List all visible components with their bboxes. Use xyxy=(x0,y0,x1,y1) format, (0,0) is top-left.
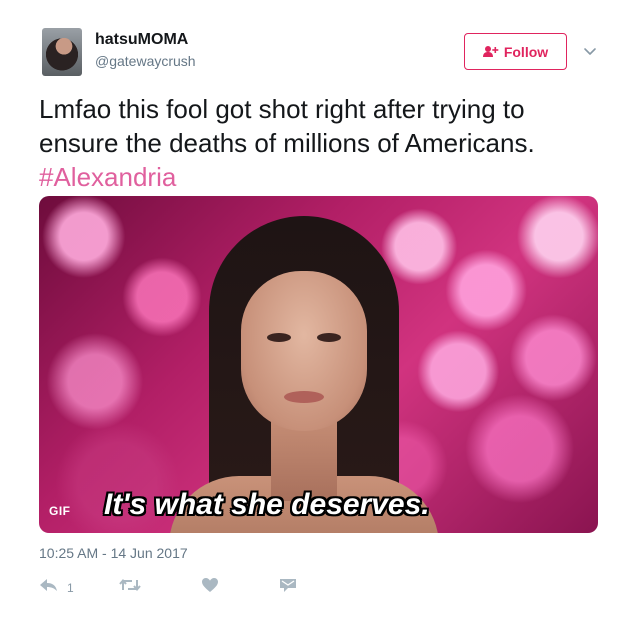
reply-icon xyxy=(39,577,59,598)
reply-count: 1 xyxy=(67,580,74,595)
direct-message-icon xyxy=(279,577,297,598)
gif-media[interactable]: GIF It's what she deserves. xyxy=(39,196,598,533)
tweet-body: Lmfao this fool got shot right after try… xyxy=(39,94,535,158)
direct-message-button[interactable] xyxy=(279,577,297,598)
gif-badge: GIF xyxy=(49,504,71,518)
tweet-actions: 1 xyxy=(39,575,339,599)
retweet-icon xyxy=(119,577,141,598)
like-button[interactable] xyxy=(201,577,219,598)
follow-button-label: Follow xyxy=(503,43,549,60)
reply-button[interactable]: 1 xyxy=(39,577,74,598)
gif-subject xyxy=(169,216,439,533)
follow-button[interactable]: Follow xyxy=(464,33,567,70)
gif-caption: It's what she deserves. xyxy=(104,488,430,521)
heart-icon xyxy=(201,577,219,598)
tweet-timestamp[interactable]: 10:25 AM - 14 Jun 2017 xyxy=(39,545,188,561)
add-user-icon xyxy=(482,45,499,58)
retweet-button[interactable] xyxy=(119,577,141,598)
display-name[interactable]: hatsuMOMA xyxy=(95,31,188,49)
user-avatar[interactable] xyxy=(42,28,82,76)
user-handle[interactable]: @gatewaycrush xyxy=(95,53,196,69)
chevron-down-icon[interactable] xyxy=(583,44,597,58)
hashtag-link[interactable]: #Alexandria xyxy=(39,162,176,192)
tweet-text: Lmfao this fool got shot right after try… xyxy=(39,92,599,194)
